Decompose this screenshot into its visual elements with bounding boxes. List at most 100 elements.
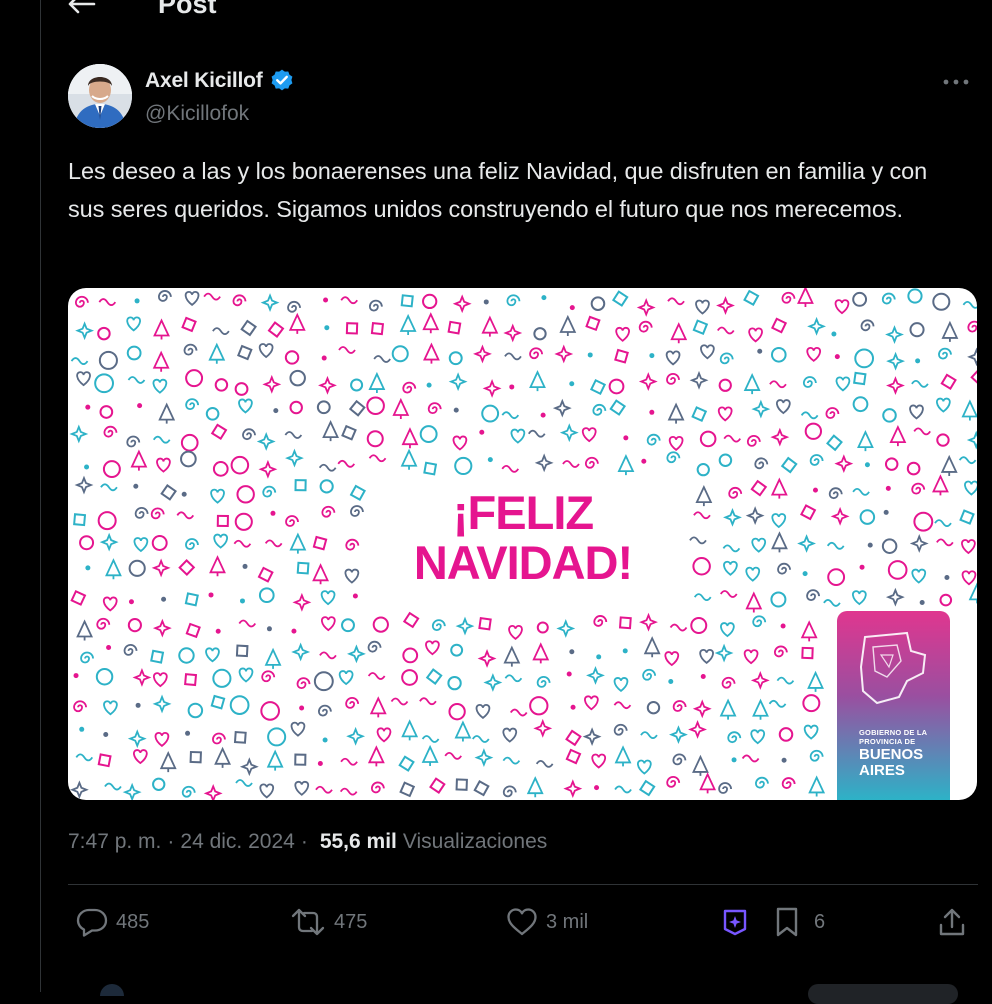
doodle-dot — [426, 382, 432, 388]
bookmark-button[interactable]: 6 — [774, 900, 825, 944]
doodle-spiral — [242, 428, 256, 441]
doodle-tree — [289, 532, 307, 554]
doodle-square — [294, 753, 307, 766]
repost-button[interactable]: 475 — [290, 900, 367, 944]
doodle-heart — [321, 616, 336, 632]
doodle-circle — [608, 378, 625, 395]
doodle-squiggle — [390, 697, 409, 706]
doodle-heart — [743, 649, 759, 665]
doodle-spiral — [672, 753, 687, 766]
province-map-icon — [859, 631, 927, 705]
doodle-circle — [827, 568, 846, 587]
doodle-circle — [152, 777, 166, 791]
doodle-tree — [369, 696, 387, 718]
doodle-star — [688, 720, 707, 739]
share-icon — [939, 908, 965, 936]
doodle-dot — [270, 510, 276, 516]
doodle-star — [483, 673, 503, 692]
doodle-tree — [264, 647, 282, 669]
doodle-squiggle — [852, 488, 870, 496]
post-text: Les deseo a las y los bonaerenses una fe… — [68, 158, 928, 222]
doodle-spiral — [431, 619, 446, 631]
post-image[interactable]: ¡FELIZ NAVIDAD! GOBIERNO DE LA PROVINCIA… — [68, 288, 977, 800]
doodle-star — [582, 727, 602, 747]
back-button[interactable] — [66, 0, 100, 19]
verified-badge-icon[interactable] — [269, 68, 295, 94]
doodle-spiral — [755, 776, 769, 789]
doodle-squiggle — [419, 697, 437, 706]
more-options-button[interactable] — [938, 72, 974, 92]
meta-separator: · — [300, 830, 308, 853]
doodle-dot — [594, 785, 600, 791]
reply-button[interactable]: 485 — [76, 900, 149, 944]
doodle-spiral — [402, 381, 417, 394]
doodle-circle — [401, 669, 418, 686]
doodle-circle — [185, 369, 204, 388]
doodle-circle — [859, 509, 876, 525]
doodle-star — [751, 399, 771, 419]
like-button[interactable]: 3 mil — [506, 900, 588, 944]
author-handle[interactable]: @Kicillofok — [145, 102, 249, 126]
doodle-square — [402, 611, 420, 629]
doodle-spiral — [262, 485, 277, 498]
doodle-tree — [529, 370, 546, 392]
doodle-square — [237, 344, 253, 361]
doodle-tree — [266, 749, 284, 771]
doodle-spiral — [74, 295, 89, 308]
doodle-dot — [134, 298, 140, 304]
doodle-heart — [76, 371, 91, 387]
doodle-star — [552, 398, 572, 418]
doodle-dot — [540, 412, 546, 418]
grok-button[interactable] — [722, 900, 748, 944]
doodle-circle — [205, 406, 220, 421]
doodle-tree — [968, 582, 977, 604]
doodle-dot — [885, 485, 891, 491]
share-button[interactable] — [938, 900, 966, 944]
doodle-spiral — [860, 319, 875, 332]
doodle-heart — [290, 721, 306, 737]
doodle-circle — [913, 511, 934, 532]
doodle-squiggle — [535, 759, 554, 768]
grok-icon — [723, 909, 747, 936]
doodle-square — [267, 321, 285, 338]
doodle-spiral — [134, 506, 149, 519]
doodle-circle — [212, 668, 232, 688]
doodle-star — [474, 748, 494, 768]
post-date[interactable]: 24 dic. 2024 — [180, 830, 294, 854]
doodle-tree — [752, 698, 769, 720]
doodle-circle — [260, 701, 280, 721]
doodle-dot — [883, 509, 889, 515]
avatar[interactable] — [68, 64, 132, 128]
doodle-tree — [76, 619, 94, 641]
doodle-tree — [857, 429, 874, 452]
post-header: Post — [66, 0, 217, 22]
doodle-dot — [781, 757, 787, 763]
doodle-heart — [964, 480, 977, 496]
doodle-tree — [932, 474, 949, 496]
doodle-square — [940, 373, 957, 390]
doodle-square — [423, 461, 438, 476]
doodle-dot — [944, 575, 950, 581]
doodle-spiral — [666, 373, 680, 385]
doodle-star — [132, 668, 152, 687]
doodle-circle — [341, 618, 355, 633]
doodle-circle — [422, 293, 438, 310]
doodle-tree — [719, 698, 737, 720]
doodle-spiral — [345, 538, 360, 551]
doodle-circle — [102, 460, 121, 479]
post-time[interactable]: 7:47 p. m. — [68, 830, 161, 854]
doodle-square — [429, 777, 446, 794]
doodle-squiggle — [723, 434, 741, 443]
doodle-star — [260, 293, 280, 313]
doodle-squiggle — [338, 346, 356, 354]
doodle-circle — [151, 535, 168, 551]
doodle-squiggle — [339, 787, 358, 796]
doodle-dot — [208, 592, 214, 598]
doodle-star — [258, 459, 278, 479]
doodle-circle — [289, 400, 303, 415]
doodle-star — [770, 427, 790, 447]
doodle-heart — [695, 299, 710, 315]
doodle-spiral — [321, 505, 336, 518]
author-name[interactable]: Axel Kicillof — [145, 68, 295, 94]
partial-reply-button[interactable] — [808, 984, 958, 1004]
